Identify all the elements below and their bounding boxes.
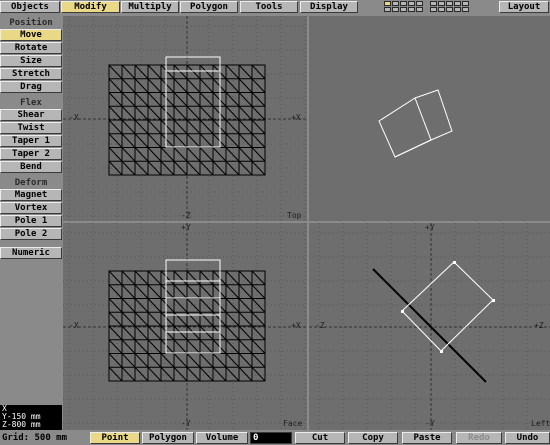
axis-label-right: +X <box>291 113 301 122</box>
axis-label-left: -X <box>69 321 79 330</box>
paste-button[interactable]: Paste <box>402 432 452 444</box>
viewport-perspective[interactable] <box>309 16 550 221</box>
axis-label-left: -X <box>69 113 79 122</box>
axis-label-down: -Y <box>425 419 435 428</box>
taper-2-button[interactable]: Taper 2 <box>0 148 62 160</box>
layout-button[interactable]: Layout <box>499 1 549 13</box>
coordinate-readout: X Y-150 mm Z-800 mm <box>0 405 62 430</box>
axis-label-down: -Y <box>181 419 191 428</box>
viewport-left[interactable]: +Y -Z +Z -Y Left <box>309 223 550 430</box>
pole-1-button[interactable]: Pole 1 <box>0 215 62 227</box>
viewport-name-face: Face <box>283 419 303 428</box>
bend-button[interactable]: Bend <box>0 161 62 173</box>
tab-objects[interactable]: Objects <box>0 1 60 13</box>
position-section-label: Position <box>9 18 53 28</box>
undo-button[interactable]: Undo <box>505 432 550 444</box>
volume-mode-button[interactable]: Volume <box>196 432 248 444</box>
tab-display[interactable]: Display <box>300 1 358 13</box>
deform-section-label: Deform <box>14 178 48 188</box>
axis-label-left: -Z <box>315 321 325 330</box>
rotate-button[interactable]: Rotate <box>0 42 62 54</box>
numeric-button[interactable]: Numeric <box>0 247 62 259</box>
axis-label-right: +Z <box>534 321 544 330</box>
axis-label-right: +X <box>291 321 301 330</box>
axis-label-down: -Z <box>181 211 191 220</box>
viewport-top[interactable]: -X +X -Z Top <box>63 16 307 221</box>
tab-tools[interactable]: Tools <box>240 1 298 13</box>
copy-button[interactable]: Copy <box>348 432 398 444</box>
axis-label-up: +Y <box>181 223 191 232</box>
tab-multiply[interactable]: Multiply <box>121 1 179 13</box>
command-input[interactable]: 0 <box>250 432 292 444</box>
stretch-button[interactable]: Stretch <box>0 68 62 80</box>
vortex-button[interactable]: Vortex <box>0 202 62 214</box>
modeler-window: Objects Modify Multiply Polygon Tools Di… <box>0 0 550 445</box>
viewport-name-top: Top <box>287 211 302 220</box>
shear-button[interactable]: Shear <box>0 109 62 121</box>
coord-z: Z-800 mm <box>2 420 41 429</box>
point-mode-button[interactable]: Point <box>90 432 140 444</box>
viewport-face[interactable]: +Y -X +X -Y Face <box>63 223 307 430</box>
cut-button[interactable]: Cut <box>295 432 345 444</box>
flex-section-label: Flex <box>20 98 42 108</box>
tab-polygon[interactable]: Polygon <box>180 1 238 13</box>
drag-button[interactable]: Drag <box>0 81 62 93</box>
polygon-mode-button[interactable]: Polygon <box>142 432 194 444</box>
taper-1-button[interactable]: Taper 1 <box>0 135 62 147</box>
tab-modify[interactable]: Modify <box>61 1 120 13</box>
redo-button[interactable]: Redo <box>456 432 502 444</box>
grid-size-readout: Grid: 500 mm <box>0 432 86 444</box>
layer-grid-icon[interactable] <box>384 0 494 14</box>
axis-label-up: +Y <box>425 223 435 232</box>
size-button[interactable]: Size <box>0 55 62 67</box>
pole-2-button[interactable]: Pole 2 <box>0 228 62 240</box>
viewport-name-left: Left <box>531 419 550 428</box>
twist-button[interactable]: Twist <box>0 122 62 134</box>
magnet-button[interactable]: Magnet <box>0 189 62 201</box>
move-button[interactable]: Move <box>0 29 62 41</box>
